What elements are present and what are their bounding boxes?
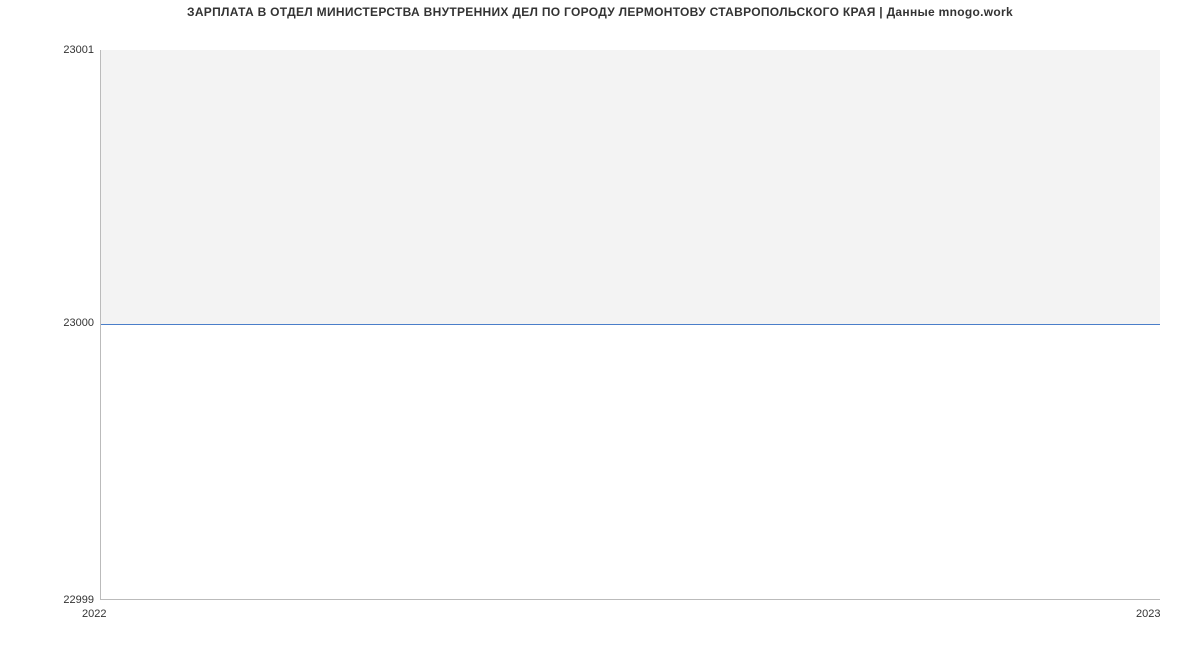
chart-container: ЗАРПЛАТА В ОТДЕЛ МИНИСТЕРСТВА ВНУТРЕННИХ… bbox=[0, 0, 1200, 650]
x-axis-tick-label: 2023 bbox=[1136, 608, 1160, 620]
plot-background-lower bbox=[101, 325, 1160, 600]
plot-background-upper bbox=[101, 50, 1160, 325]
y-axis-tick-label: 22999 bbox=[63, 594, 94, 606]
y-axis-tick-label: 23001 bbox=[63, 44, 94, 56]
chart-title: ЗАРПЛАТА В ОТДЕЛ МИНИСТЕРСТВА ВНУТРЕННИХ… bbox=[0, 5, 1200, 19]
data-line bbox=[101, 324, 1160, 325]
plot-area bbox=[100, 50, 1160, 600]
y-axis-tick-label: 23000 bbox=[63, 317, 94, 329]
x-axis-tick-label: 2022 bbox=[82, 608, 106, 620]
